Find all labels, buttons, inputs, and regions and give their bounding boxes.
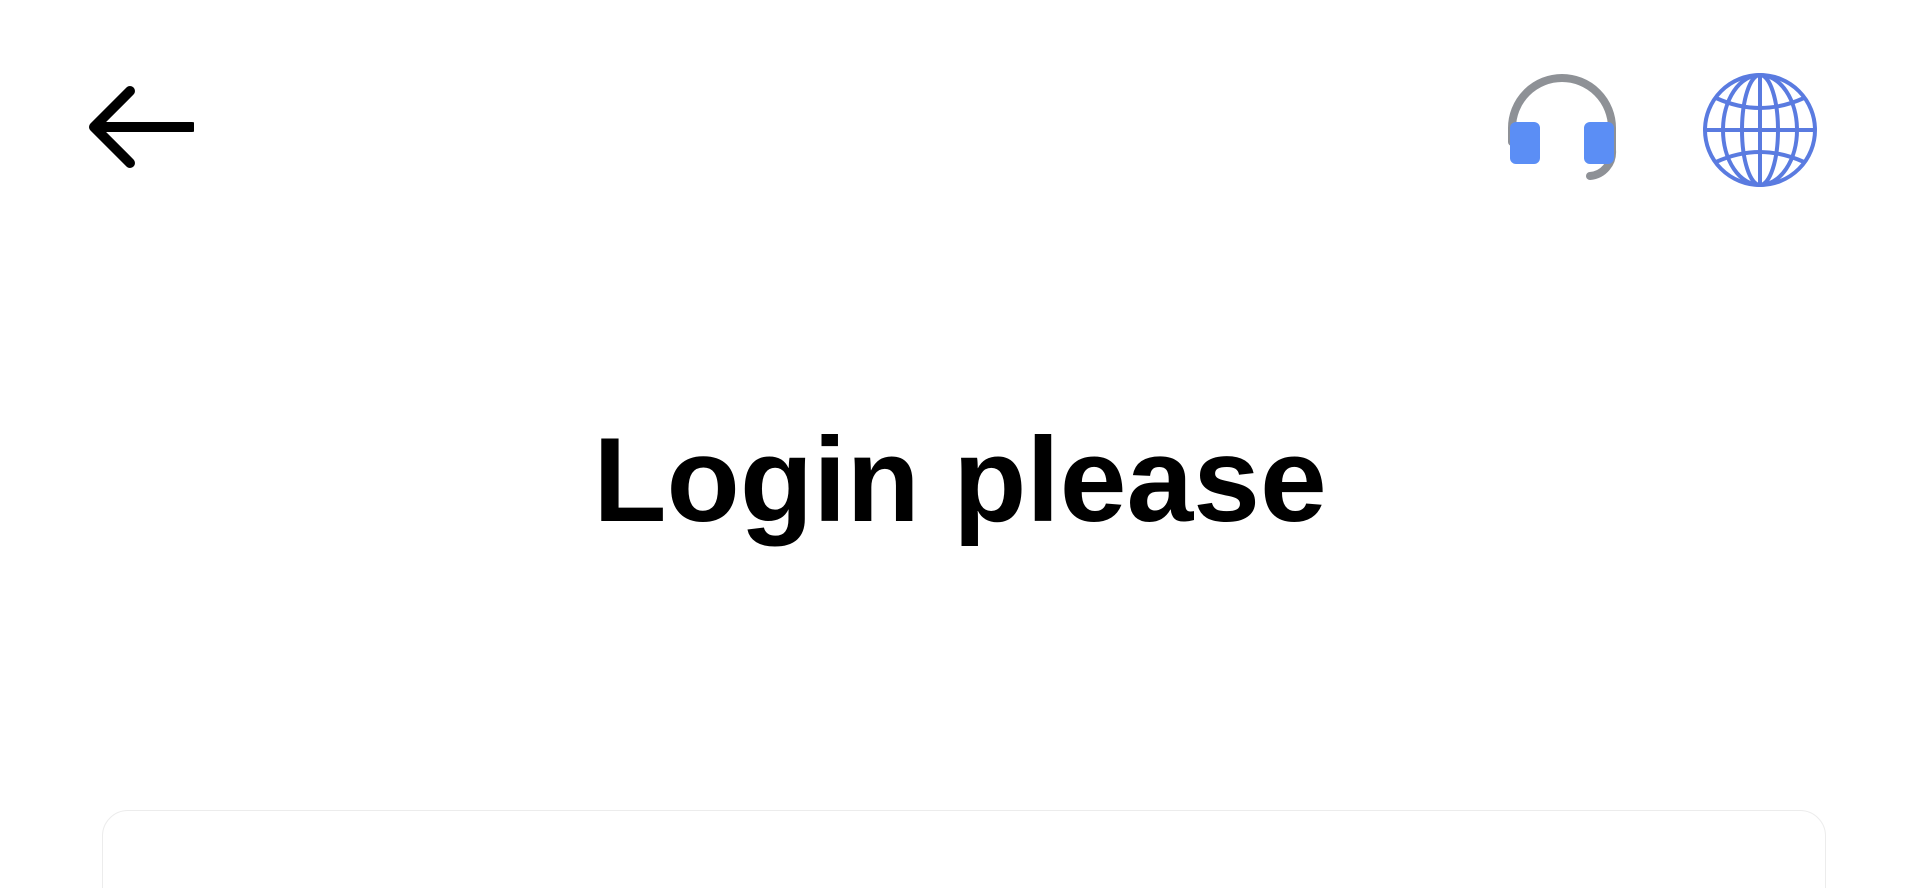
back-button[interactable]	[84, 82, 204, 172]
language-button[interactable]	[1700, 70, 1820, 190]
arrow-left-icon	[89, 86, 194, 168]
globe-icon	[1703, 73, 1817, 187]
login-card	[102, 810, 1826, 888]
headset-icon	[1508, 74, 1617, 180]
login-page: Login please	[0, 0, 1920, 888]
page-title: Login please	[593, 413, 1327, 547]
support-button[interactable]	[1502, 70, 1622, 190]
